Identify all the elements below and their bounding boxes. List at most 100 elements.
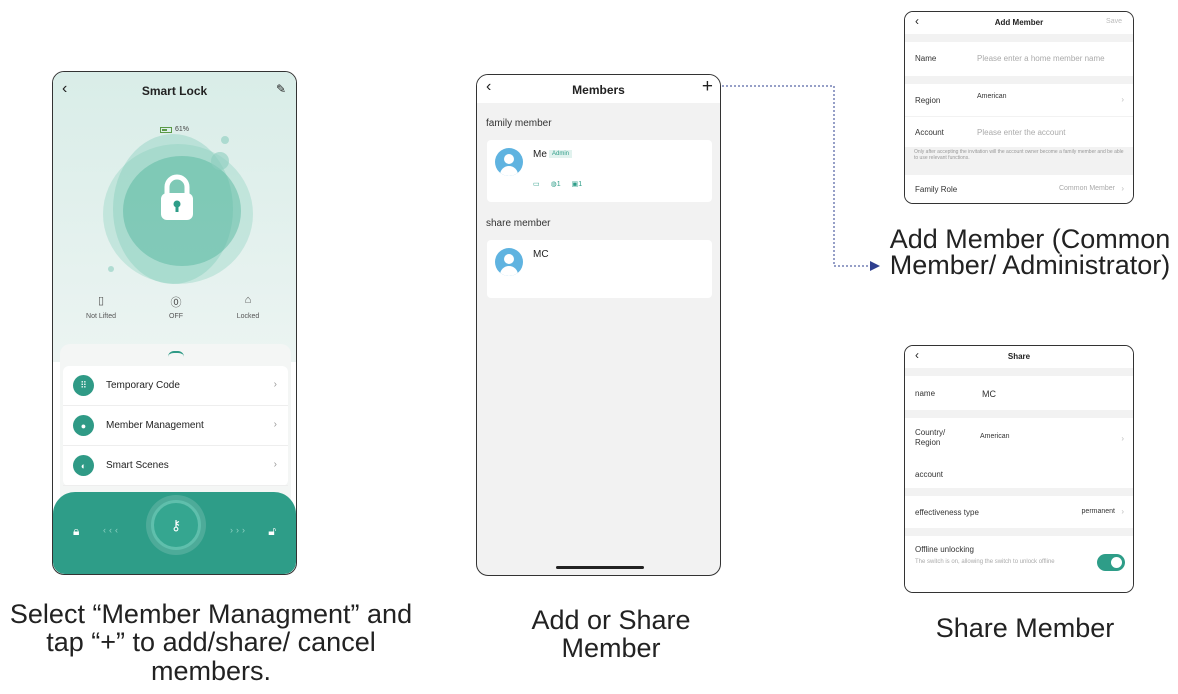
locked-padlock-icon: 🔒︎: [73, 524, 80, 538]
lock-state-icon: ⌂: [244, 294, 252, 306]
menu-item-temporary-code[interactable]: ⠿ Temporary Code ›: [63, 366, 288, 406]
effectiveness-row[interactable]: effectiveness type permanent ›: [905, 496, 1133, 528]
name-input[interactable]: Please enter a home member name: [977, 54, 1105, 63]
section-share-member: share member: [486, 218, 551, 229]
family-role-label: Family Role: [915, 185, 958, 194]
region-label: Region: [915, 96, 941, 105]
lock-status: ⌂ Locked: [213, 294, 283, 320]
offline-row: Offline unlocking The switch is on, allo…: [905, 536, 1133, 592]
account-label: account: [915, 470, 944, 479]
family-role-row[interactable]: Family Role Common Member ›: [905, 175, 1133, 203]
fingerprint-count: 1: [556, 181, 561, 188]
menu-item-member-management[interactable]: ● Member Management ›: [63, 406, 288, 446]
door-sensor-icon: ▯: [97, 295, 105, 307]
chevron-right-icon: ›: [273, 419, 277, 430]
menu-item-label: Member Management: [106, 420, 204, 431]
menu-item-label: Temporary Code: [106, 380, 180, 391]
edit-icon[interactable]: ✎: [276, 82, 286, 96]
glow-blob: [221, 136, 229, 144]
member-name: MC: [533, 249, 549, 260]
page-title: Smart Lock: [141, 84, 208, 98]
offline-description: The switch is on, allowing the switch to…: [915, 559, 1055, 565]
credential-row: ▭ ◍1 ▣1: [533, 180, 582, 188]
chevron-right-icon: ›: [273, 459, 277, 470]
member-name: Me: [533, 149, 547, 160]
chevron-right-icon: ›: [1121, 95, 1124, 104]
alarm-status: ⓪ OFF: [141, 294, 211, 320]
nav-bar: ‹ Smart Lock ✎: [53, 80, 296, 102]
home-indicator: [556, 566, 644, 569]
page-title: Add Member: [994, 18, 1044, 27]
menu-item-smart-scenes[interactable]: ◐ Smart Scenes ›: [63, 446, 288, 486]
caption-members: Add or Share Member: [531, 605, 691, 664]
region-value[interactable]: American: [980, 433, 1010, 440]
name-label: name: [915, 389, 936, 398]
status-label: OFF: [169, 313, 183, 320]
avatar: [495, 148, 523, 176]
key-knob-icon[interactable]: ⚷: [151, 500, 201, 550]
caption-share: Share Member: [935, 613, 1115, 643]
share-region-account: Country/ Region American › account: [905, 418, 1133, 488]
big-lock-icon[interactable]: [153, 172, 201, 222]
battery-icon: [160, 126, 172, 133]
arrow-head-icon: [870, 261, 880, 271]
card-credential: ▣1: [572, 180, 583, 188]
region-label: Country/ Region: [915, 428, 946, 448]
chevron-right-icon: ›: [1121, 507, 1124, 516]
name-label: Name: [915, 54, 937, 63]
keypad-icon: ⠿: [73, 375, 94, 396]
phone-credential-icon: ▭: [533, 181, 540, 188]
member-card-me[interactable]: Me Admin ▭ ◍1 ▣1: [487, 140, 712, 202]
offline-toggle[interactable]: [1097, 554, 1125, 571]
effectiveness-label: effectiveness type: [915, 508, 979, 517]
account-input[interactable]: Please enter the account: [977, 128, 1066, 137]
nav-bar: ‹ Members +: [477, 75, 720, 103]
glow-blob: [108, 266, 114, 272]
door-status: ▯ Not Lifted: [66, 294, 136, 320]
nav-bar: ‹ Share: [905, 346, 1133, 368]
menu-list: ⠿ Temporary Code › ● Member Management ›…: [63, 366, 288, 486]
add-member-button[interactable]: +: [702, 76, 713, 98]
members-screen: ‹ Members + family member Me Admin ▭ ◍1 …: [476, 74, 721, 576]
glow-blob: [211, 152, 229, 170]
add-member-screen: ‹ Add Member Save Name Please enter a ho…: [904, 11, 1134, 204]
person-icon: ●: [73, 415, 94, 436]
effectiveness-value: permanent: [1081, 508, 1115, 515]
chevron-right-icon: ›: [1121, 434, 1124, 443]
status-row: ▯ Not Lifted ⓪ OFF ⌂ Locked: [53, 294, 296, 334]
caption-smart-lock: Select “Member Managment” and tap “+” to…: [9, 599, 413, 686]
avatar: [495, 248, 523, 276]
member-card-mc[interactable]: MC: [487, 240, 712, 298]
status-label: Not Lifted: [86, 313, 116, 320]
chevrons-right-icon: ›››: [230, 525, 248, 535]
menu-item-label: Smart Scenes: [106, 460, 169, 471]
invitation-note: Only after accepting the invitation will…: [914, 149, 1124, 162]
region-row[interactable]: Region American ›: [905, 84, 1133, 116]
offline-label: Offline unlocking: [915, 545, 974, 554]
alarm-icon: ⓪: [170, 297, 182, 309]
card-count: 1: [578, 181, 583, 188]
region-value: American: [977, 93, 1007, 100]
chevron-right-icon: ›: [273, 379, 277, 390]
nav-bar: ‹ Add Member Save: [905, 12, 1133, 34]
battery-indicator: 61%: [160, 126, 189, 133]
account-label: Account: [915, 128, 944, 137]
name-value: MC: [982, 389, 996, 399]
toggle-icon: ◐: [73, 455, 94, 476]
name-row[interactable]: Name Please enter a home member name: [905, 42, 1133, 76]
caption-add-member: Add Member (Common Member/ Administrator…: [889, 224, 1171, 281]
fingerprint-credential: ◍1: [551, 180, 561, 188]
chevron-right-icon: ›: [1121, 184, 1124, 193]
smart-lock-screen: ‹ Smart Lock ✎ 61% ▯ Not Lifted ⓪ OFF ⌂ …: [52, 71, 297, 575]
share-screen: ‹ Share name MC Country/ Region American…: [904, 345, 1134, 593]
chevrons-left-icon: ‹‹‹: [103, 525, 121, 535]
sheet-handle[interactable]: [168, 351, 184, 357]
unlocked-padlock-icon: 🔓︎: [268, 524, 276, 538]
family-role-value: Common Member: [1058, 185, 1115, 192]
share-name-row[interactable]: name MC: [905, 376, 1133, 410]
account-row[interactable]: Account Please enter the account: [905, 117, 1133, 147]
section-family-member: family member: [486, 118, 552, 129]
save-button[interactable]: Save: [1106, 18, 1122, 25]
unlock-slider[interactable]: 🔒︎ ‹‹‹ ⚷ ››› 🔓︎: [53, 492, 296, 574]
page-title: Members: [572, 83, 625, 97]
